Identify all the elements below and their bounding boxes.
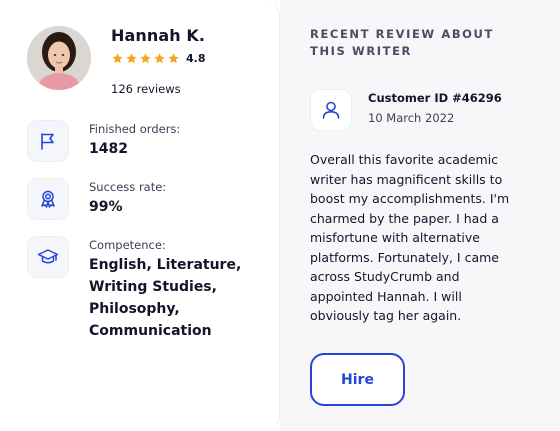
user-icon — [310, 89, 352, 131]
hire-button[interactable]: Hire — [310, 353, 405, 406]
writer-card: Hannah K. 4.8 126 reviews Finished order… — [0, 0, 560, 431]
competence-label: Competence: — [89, 238, 166, 252]
star-icon — [126, 53, 137, 64]
success-rate-label: Success rate: — [89, 180, 167, 194]
reviews-count: 126 reviews — [111, 82, 181, 96]
star-icon — [168, 53, 179, 64]
review-text: Overall this favorite academic writer ha… — [310, 152, 510, 323]
finished-orders-value: 1482 — [89, 141, 128, 157]
star-icon — [112, 53, 123, 64]
customer-id: Customer ID #46296 — [368, 91, 502, 105]
stat-success-rate: Success rate: 99% — [27, 178, 166, 220]
stat-finished-orders: Finished orders: 1482 — [27, 120, 180, 162]
star-icon — [140, 53, 151, 64]
rating-value: 4.8 — [186, 52, 206, 65]
rating-stars — [111, 52, 180, 65]
writer-rating: 4.8 — [111, 52, 206, 65]
stat-competence: Competence: English, Literature, Writing… — [27, 236, 249, 342]
writer-name: Hannah K. — [111, 26, 206, 45]
writer-profile-panel: Hannah K. 4.8 126 reviews Finished order… — [0, 0, 280, 431]
award-ribbon-icon — [27, 178, 69, 220]
competence-value: English, Literature, Writing Studies, Ph… — [89, 257, 242, 339]
success-rate-value: 99% — [89, 199, 123, 215]
review-date: 10 March 2022 — [368, 111, 455, 125]
finished-orders-label: Finished orders: — [89, 122, 181, 136]
graduation-cap-icon — [27, 236, 69, 278]
flag-icon — [27, 120, 69, 162]
writer-avatar — [27, 26, 91, 90]
star-icon — [154, 53, 165, 64]
recent-review-panel: RECENT REVIEW ABOUT THIS WRITER Customer… — [280, 0, 560, 431]
section-title: RECENT REVIEW ABOUT THIS WRITER — [310, 27, 494, 58]
